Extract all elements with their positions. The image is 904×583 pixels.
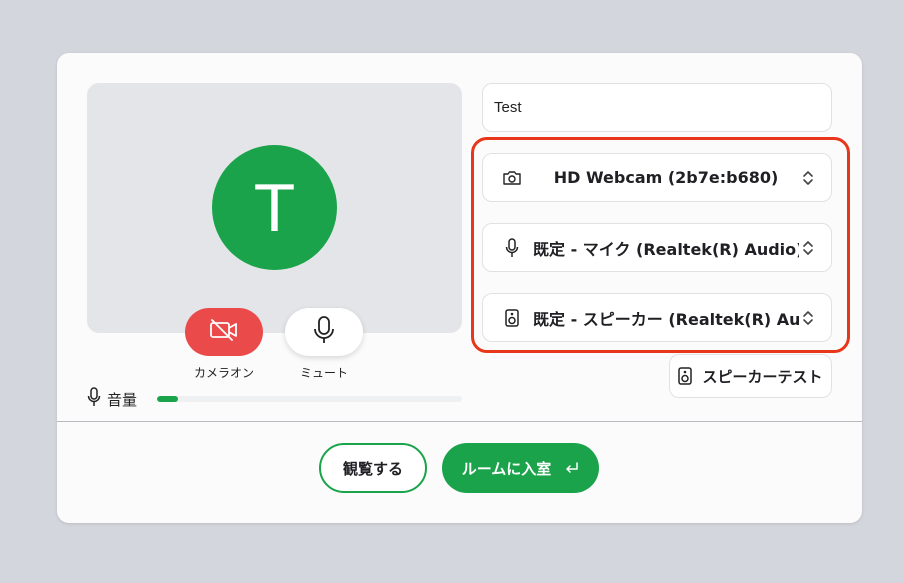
speaker-test-button[interactable]: スピーカーテスト	[669, 354, 832, 398]
microphone-select[interactable]: 既定 - マイク (Realtek(R) Audio)	[482, 223, 832, 272]
speaker-icon	[499, 308, 525, 327]
camera-toggle-button[interactable]	[185, 308, 263, 356]
prejoin-card: T カメラオン ミュート 音量 Test HD Webcam (2b7e:b68…	[57, 53, 862, 523]
speaker-select[interactable]: 既定 - スピーカー (Realtek(R) Audio)	[482, 293, 832, 342]
microphone-icon	[499, 237, 525, 258]
speaker-icon	[678, 367, 693, 385]
avatar: T	[212, 145, 337, 270]
watch-button-label: 観覧する	[342, 459, 403, 478]
divider	[57, 421, 862, 422]
join-room-label: ルームに入室	[461, 459, 552, 478]
camera-select-value: HD Webcam (2b7e:b680)	[553, 168, 779, 187]
microphone-icon	[313, 316, 335, 348]
microphone-icon	[87, 387, 101, 411]
speaker-test-label: スピーカーテスト	[702, 367, 823, 386]
camera-select[interactable]: HD Webcam (2b7e:b680)	[482, 153, 832, 202]
chevron-up-down-icon	[799, 239, 817, 257]
camera-toggle-label: カメラオン	[193, 366, 254, 380]
join-room-button[interactable]: ルームに入室	[442, 443, 599, 493]
speaker-select-value: 既定 - スピーカー (Realtek(R) Audio)	[533, 309, 799, 329]
display-name-input[interactable]	[482, 83, 832, 132]
volume-label: 音量	[107, 390, 138, 409]
watch-button[interactable]: 観覧する	[319, 443, 427, 493]
mute-button[interactable]	[285, 308, 363, 356]
volume-meter	[157, 396, 462, 402]
enter-key-icon	[565, 462, 579, 474]
camera-off-icon	[208, 318, 240, 346]
chevron-up-down-icon	[799, 309, 817, 327]
volume-indicator: 音量	[87, 387, 138, 411]
mute-label: ミュート	[299, 366, 348, 380]
microphone-select-value: 既定 - マイク (Realtek(R) Audio)	[533, 239, 799, 259]
video-preview: T	[87, 83, 462, 333]
chevron-up-down-icon	[799, 169, 817, 187]
volume-meter-fill	[157, 396, 179, 402]
camera-icon	[499, 170, 525, 186]
